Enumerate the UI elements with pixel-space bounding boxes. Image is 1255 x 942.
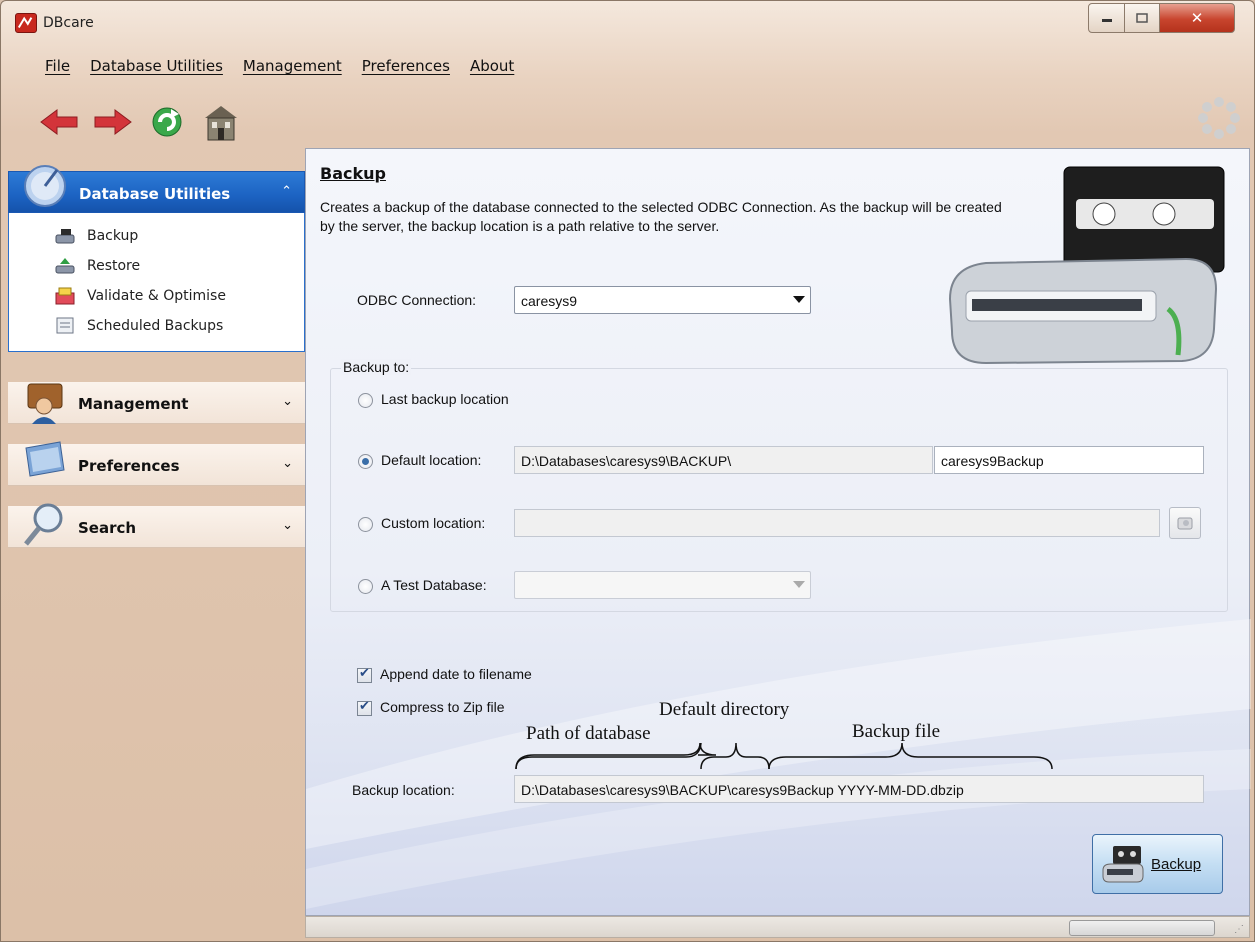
sidebar-item-label: Backup xyxy=(87,228,139,244)
annotation-braces xyxy=(515,742,1053,770)
menu-database-utilities[interactable]: Database Utilities xyxy=(90,57,223,75)
custom-location-input[interactable] xyxy=(514,509,1160,537)
menu-bar: File Database Utilities Management Prefe… xyxy=(45,57,534,75)
radio-last-backup-location[interactable] xyxy=(358,393,373,408)
default-location-label[interactable]: Default location: xyxy=(381,452,481,468)
minimize-button[interactable] xyxy=(1088,3,1125,33)
page-title: Backup xyxy=(320,164,386,183)
default-filename-input[interactable]: caresys9Backup xyxy=(934,446,1204,474)
sidebar-item-label: Scheduled Backups xyxy=(87,318,224,334)
radio-test-database[interactable] xyxy=(358,579,373,594)
toolbar xyxy=(37,97,243,147)
nav-header-management[interactable]: Management ⌄ xyxy=(8,382,305,424)
backup-to-groupbox: Backup to: Last backup location Default … xyxy=(330,359,1228,612)
backup-panel: Backup Creates a backup of the database … xyxy=(305,148,1251,916)
management-person-icon xyxy=(27,383,63,424)
browse-button[interactable] xyxy=(1169,507,1201,539)
odbc-connection-select[interactable]: caresys9 xyxy=(514,286,811,314)
status-progress-panel xyxy=(1069,920,1215,936)
test-database-select[interactable] xyxy=(514,571,811,599)
nav-group-database-utilities: Database Utilities ⌃ Backup Restore Vali… xyxy=(8,165,305,352)
menu-about[interactable]: About xyxy=(470,57,514,75)
menu-preferences[interactable]: Preferences xyxy=(362,57,450,75)
nav-label-search: Search xyxy=(78,519,137,537)
back-arrow-icon xyxy=(40,109,78,135)
page-description: Creates a backup of the database connect… xyxy=(320,199,1002,234)
minimize-icon xyxy=(1101,19,1112,22)
restore-icon xyxy=(55,258,75,274)
browse-folder-icon xyxy=(1177,517,1193,530)
maximize-button[interactable] xyxy=(1124,3,1160,33)
app-window: DBcare ✕ File Database Utilities Managem… xyxy=(0,0,1255,942)
backup-drive-icon xyxy=(55,229,75,244)
nav-group-management: Management ⌄ xyxy=(8,382,305,424)
title-bar: DBcare ✕ xyxy=(1,1,1254,43)
nav-label-preferences: Preferences xyxy=(78,457,180,475)
nav-group-preferences: Preferences ⌄ xyxy=(8,441,305,486)
sidebar-item-restore[interactable]: Restore xyxy=(9,251,304,281)
busy-spinner-icon xyxy=(1198,97,1240,139)
backup-drive-icon xyxy=(1102,846,1144,883)
dropdown-arrow-icon xyxy=(793,581,805,588)
nav-group-search: Search ⌄ xyxy=(8,503,305,548)
expand-chevron-icon[interactable]: ⌄ xyxy=(282,518,293,533)
app-logo-icon xyxy=(15,13,37,33)
backup-button[interactable]: Backup xyxy=(1092,834,1223,894)
resize-grip-icon[interactable]: ⋰ xyxy=(1234,924,1244,935)
status-bar: ⋰ xyxy=(305,916,1250,938)
home-building-icon xyxy=(205,106,237,141)
forward-button[interactable] xyxy=(91,100,135,144)
collapse-chevron-icon[interactable]: ⌃ xyxy=(281,184,292,199)
nav-label-database-utilities: Database Utilities xyxy=(79,185,231,203)
nav-header-preferences[interactable]: Preferences ⌄ xyxy=(8,441,305,486)
refresh-icon xyxy=(152,107,182,137)
annotation-default-directory: Default directory xyxy=(659,699,790,720)
compress-zip-checkbox[interactable] xyxy=(357,699,372,716)
home-button[interactable] xyxy=(199,100,243,144)
back-button[interactable] xyxy=(37,100,81,144)
nav-body-database-utilities: Backup Restore Validate & Optimise Sched… xyxy=(8,213,305,352)
sidebar: Database Utilities ⌃ Backup Restore Vali… xyxy=(8,148,305,936)
custom-location-label[interactable]: Custom location: xyxy=(381,515,485,531)
backup-to-label: Backup to: xyxy=(341,359,412,375)
radio-custom-location[interactable] xyxy=(358,517,373,532)
backup-button-label: Backup xyxy=(1151,855,1202,873)
preferences-monitor-icon xyxy=(25,441,65,477)
refresh-button[interactable] xyxy=(145,100,189,144)
close-icon: ✕ xyxy=(1190,9,1204,27)
window-title: DBcare xyxy=(43,15,94,31)
radio-default-location[interactable] xyxy=(358,454,373,469)
schedule-icon xyxy=(56,317,74,334)
default-path-field: D:\Databases\caresys9\BACKUP\ xyxy=(514,446,933,474)
menu-file[interactable]: File xyxy=(45,57,70,75)
backup-location-field: D:\Databases\caresys9\BACKUP\caresys9Bac… xyxy=(514,775,1204,803)
close-button[interactable]: ✕ xyxy=(1159,3,1235,33)
validate-icon xyxy=(55,287,75,305)
sidebar-item-label: Restore xyxy=(87,258,141,274)
compress-zip-label[interactable]: Compress to Zip file xyxy=(380,699,504,715)
maximize-icon xyxy=(1136,13,1148,23)
nav-header-database-utilities[interactable]: Database Utilities ⌃ xyxy=(8,165,305,213)
forward-arrow-icon xyxy=(94,109,132,135)
append-date-label[interactable]: Append date to filename xyxy=(380,666,532,682)
dropdown-arrow-icon xyxy=(793,296,805,303)
sidebar-item-label: Validate & Optimise xyxy=(87,288,226,304)
menu-management[interactable]: Management xyxy=(243,57,342,75)
test-database-label[interactable]: A Test Database: xyxy=(381,577,487,593)
sidebar-item-validate-optimise[interactable]: Validate & Optimise xyxy=(9,281,304,311)
expand-chevron-icon[interactable]: ⌄ xyxy=(282,456,293,471)
odbc-connection-value: caresys9 xyxy=(521,293,578,309)
backup-location-label: Backup location: xyxy=(352,782,455,798)
sidebar-item-scheduled-backups[interactable]: Scheduled Backups xyxy=(9,311,304,341)
append-date-checkbox[interactable] xyxy=(357,666,372,683)
nav-label-management: Management xyxy=(78,395,189,413)
odbc-connection-label: ODBC Connection: xyxy=(357,292,477,308)
search-icon xyxy=(24,503,63,546)
backup-drive-illustration-icon xyxy=(948,166,1225,365)
sidebar-item-backup[interactable]: Backup xyxy=(9,221,304,251)
last-backup-location-label[interactable]: Last backup location xyxy=(381,391,509,407)
nav-header-search[interactable]: Search ⌄ xyxy=(8,503,305,548)
expand-chevron-icon[interactable]: ⌄ xyxy=(282,394,293,409)
database-utilities-icon xyxy=(24,165,66,207)
